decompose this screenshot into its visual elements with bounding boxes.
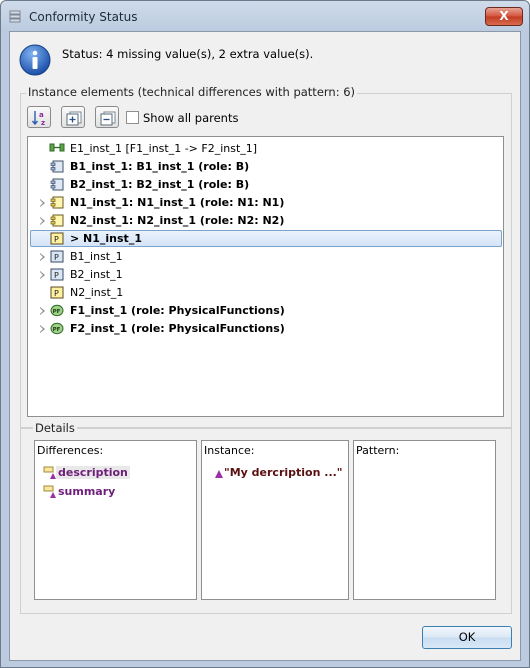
expand-arrow-icon[interactable] xyxy=(40,271,45,279)
tree-row-label: N1_inst_1: N1_inst_1 (role: N1: N1) xyxy=(70,196,285,209)
expand-arrow-icon[interactable] xyxy=(40,199,45,207)
tree-row[interactable]: N1_inst_1: N1_inst_1 (role: N1: N1) xyxy=(28,194,505,212)
tree-row[interactable]: B2_inst_1: B2_inst_1 (role: B) xyxy=(28,176,505,194)
difference-warning-icon xyxy=(43,466,56,479)
svg-text:PF: PF xyxy=(53,327,61,333)
tree-row-label: > N1_inst_1 xyxy=(70,232,142,245)
tree-row-label: B1_inst_1 xyxy=(70,250,123,263)
close-button[interactable]: X xyxy=(485,7,523,26)
instance-pane[interactable]: Instance: "My dercription ..." xyxy=(201,440,349,600)
window-stack-icon xyxy=(9,10,21,23)
function-icon: PF xyxy=(50,322,64,338)
exchange-icon xyxy=(49,142,65,157)
status-message: Status: 4 missing value(s), 2 extra valu… xyxy=(62,47,314,61)
dialog-client-area: Status: 4 missing value(s), 2 extra valu… xyxy=(9,31,521,661)
tree-row[interactable]: PF F2_inst_1 (role: PhysicalFunctions) xyxy=(28,320,505,338)
tree-row[interactable]: PF F1_inst_1 (role: PhysicalFunctions) xyxy=(28,302,505,320)
sort-alphabetically-button[interactable]: a z xyxy=(27,106,51,128)
tree-row-label: E1_inst_1 [F1_inst_1 -> F2_inst_1] xyxy=(70,142,258,155)
ok-button[interactable]: OK xyxy=(422,626,512,649)
value-warning-icon xyxy=(215,470,223,478)
node-component-icon xyxy=(50,196,64,212)
difference-warning-icon xyxy=(43,485,56,498)
tree-row-label: B1_inst_1: B1_inst_1 (role: B) xyxy=(70,160,250,173)
component-icon xyxy=(50,160,64,176)
differences-pane[interactable]: Differences: description summary xyxy=(34,440,197,600)
expand-all-button[interactable] xyxy=(61,106,85,128)
expand-arrow-icon[interactable] xyxy=(40,253,45,261)
tree-row-label: B2_inst_1 xyxy=(70,268,123,281)
svg-text:P: P xyxy=(54,253,59,262)
svg-text:P: P xyxy=(54,271,59,280)
window-title: Conformity Status xyxy=(29,10,138,24)
tree-row-label: F1_inst_1 (role: PhysicalFunctions) xyxy=(70,304,285,317)
collapse-all-icon xyxy=(100,111,116,126)
instance-title: Instance: xyxy=(204,444,255,457)
info-icon xyxy=(19,44,51,76)
expand-all-icon xyxy=(66,111,82,126)
instance-elements-label: Instance elements (technical differences… xyxy=(26,85,358,99)
tree-row[interactable]: B1_inst_1: B1_inst_1 (role: B) xyxy=(28,158,505,176)
tree-row-label: F2_inst_1 (role: PhysicalFunctions) xyxy=(70,322,285,335)
details-label: Details xyxy=(33,421,77,435)
pattern-pane[interactable]: Pattern: xyxy=(353,440,496,600)
svg-text:P: P xyxy=(54,289,59,298)
part-icon-yellow: P xyxy=(50,286,64,302)
pattern-title: Pattern: xyxy=(356,444,400,457)
collapse-all-button[interactable] xyxy=(95,106,119,128)
tree-row[interactable]: P > N1_inst_1 xyxy=(28,230,505,248)
tree-row[interactable]: N2_inst_1: N2_inst_1 (role: N2: N2) xyxy=(28,212,505,230)
sort-az-icon: a z xyxy=(31,111,45,127)
instance-elements-tree[interactable]: E1_inst_1 [F1_inst_1 -> F2_inst_1] B1_ins… xyxy=(27,136,504,417)
tree-row-label: N2_inst_1: N2_inst_1 (role: N2: N2) xyxy=(70,214,285,227)
show-all-parents-checkbox[interactable] xyxy=(126,111,139,124)
show-all-parents-label[interactable]: Show all parents xyxy=(143,111,238,125)
tree-row-label: B2_inst_1: B2_inst_1 (role: B) xyxy=(70,178,250,191)
part-icon-blue: P xyxy=(50,268,64,284)
svg-text:z: z xyxy=(41,119,45,127)
tree-row[interactable]: P B1_inst_1 xyxy=(28,248,505,266)
part-icon-blue: P xyxy=(50,250,64,266)
tree-row[interactable]: E1_inst_1 [F1_inst_1 -> F2_inst_1] xyxy=(28,140,505,158)
expand-arrow-icon[interactable] xyxy=(40,217,45,225)
title-bar[interactable]: Conformity Status X xyxy=(1,1,529,31)
svg-text:P: P xyxy=(54,235,59,244)
part-icon-yellow: P xyxy=(50,232,64,248)
close-icon: X xyxy=(499,9,509,23)
tree-row-label: N2_inst_1 xyxy=(70,286,124,299)
expand-arrow-icon[interactable] xyxy=(40,307,45,315)
differences-title: Differences: xyxy=(37,444,104,457)
node-component-icon xyxy=(50,214,64,230)
svg-text:a: a xyxy=(39,111,44,119)
function-icon: PF xyxy=(50,304,64,320)
conformity-status-window: Conformity Status X Status: 4 missing va… xyxy=(0,0,530,668)
tree-row[interactable]: P N2_inst_1 xyxy=(28,284,505,302)
tree-row[interactable]: P B2_inst_1 xyxy=(28,266,505,284)
component-icon xyxy=(50,178,64,194)
svg-text:PF: PF xyxy=(53,309,61,315)
expand-arrow-icon[interactable] xyxy=(40,325,45,333)
